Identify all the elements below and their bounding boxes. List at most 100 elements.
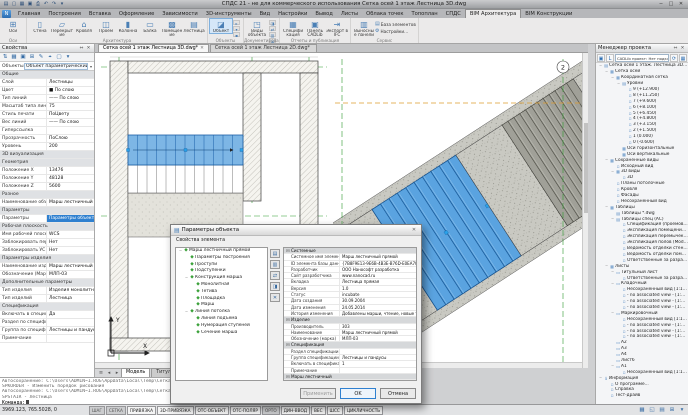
dialog-tree-item[interactable]: ◆ Подступенки	[176, 268, 267, 275]
ribbon-tab[interactable]: Главная	[14, 10, 44, 18]
stair-button[interactable]: ▤Лестница	[183, 19, 205, 38]
room-button[interactable]: ▩Помещение	[161, 19, 183, 38]
minimize-icon[interactable]: ─	[656, 0, 666, 9]
ifc-export-button[interactable]: ⇥Экспорт в IFC	[326, 19, 348, 38]
tab-close-icon[interactable]: ✕	[200, 46, 204, 51]
sort-icon[interactable]: ⇅	[1, 53, 9, 61]
wall-2d[interactable]	[110, 61, 128, 351]
property-row[interactable]: Раздел по спецификации	[0, 319, 94, 327]
app-menu-icon[interactable]: ▤	[2, 0, 10, 9]
open-project-icon[interactable]: ▣	[597, 54, 605, 62]
property-row[interactable]: Наименование объекта Марш лестничный пря…	[0, 199, 94, 207]
categories-icon[interactable]: ▦	[10, 53, 18, 61]
dialog-tree-item[interactable]: ◆ Проступи	[176, 262, 267, 269]
ribbon-tab[interactable]: Вывод	[311, 10, 336, 18]
undo-icon[interactable]: ↶	[42, 0, 50, 9]
dialog-tree-item[interactable]: ◆ Параметры построения	[176, 255, 267, 262]
status-toggle-button[interactable]: ШАГ	[89, 406, 105, 415]
ribbon-tab[interactable]: 3D-инструменты	[202, 10, 256, 18]
status-menu-icon[interactable]: ▾	[678, 407, 686, 413]
property-row[interactable]: Группа по спецификации Лестницы и пандус…	[0, 327, 94, 335]
settings-button[interactable]: ⚙Настройки...	[375, 28, 416, 34]
project-tree-item[interactable]: ▫ Тест-драйв	[596, 393, 688, 399]
dialog-tree-item[interactable]: − ◆ Линия потолка	[176, 309, 267, 316]
group-collapse-icon[interactable]	[286, 380, 291, 381]
ribbon-tab[interactable]: Настройки	[274, 10, 311, 18]
ribbon-tab[interactable]: BIM Архитектура	[465, 9, 521, 18]
workspace-icon[interactable]: ▦	[638, 407, 646, 413]
status-toggle-button[interactable]: СЕТКА	[106, 406, 126, 415]
status-toggle-button[interactable]: ЦИКЛИЧНОСТЬ	[344, 406, 383, 415]
grid-status-icon[interactable]: ⊞	[668, 407, 676, 413]
dlg-delete-icon[interactable]: ✕	[270, 293, 280, 302]
beam-button[interactable]: ▭Балка	[139, 19, 161, 38]
cadlib-panel-button[interactable]: ▣Панель CADLib	[304, 19, 326, 38]
new-file-icon[interactable]: ▢	[10, 0, 18, 9]
ribbon-tab[interactable]: Оформление	[115, 10, 158, 18]
close-panel-icon[interactable]: ✕	[679, 46, 686, 51]
pick-point-icon[interactable]: ⌖	[46, 53, 54, 61]
ribbon-tab[interactable]: СПДС	[442, 10, 465, 18]
property-row[interactable]: 3D визуализация	[0, 151, 94, 159]
selected-flight-2d[interactable]	[127, 135, 244, 165]
property-row[interactable]: Имя рабочей плоскости WCS	[0, 231, 94, 239]
wall-2d[interactable]	[243, 73, 261, 201]
property-row[interactable]: Вес линий —— По слою	[0, 119, 94, 127]
project-tree-item[interactable]: − ▦ Таблицы	[596, 204, 688, 210]
dlg-split-icon[interactable]: ◨	[270, 282, 280, 291]
redo-icon[interactable]: ↷	[50, 0, 58, 9]
dlg-transfer-icon[interactable]: ⇄	[270, 271, 280, 280]
project-tree-item[interactable]: ▫ О программе...	[596, 381, 688, 387]
cadlib-icon[interactable]: L	[606, 54, 614, 62]
chevron-down-icon[interactable]: ▾	[88, 64, 94, 69]
cadlib-project-select[interactable]: CADLib проект: Нет подключения	[615, 54, 669, 62]
status-toggle-button[interactable]: ШСС	[327, 406, 343, 415]
property-row[interactable]: Обозначение (Марка) МЛП-03	[0, 271, 94, 279]
property-row[interactable]: Общие	[0, 71, 94, 79]
ribbon-tab[interactable]: Облака точек	[362, 10, 407, 18]
dialog-title-bar[interactable]: ▤ Параметры объекта ✕	[171, 225, 421, 236]
property-row[interactable]: Тип изделия Изделия монолитные ж/б	[0, 287, 94, 295]
property-row[interactable]: Заблокировать перенос Нет	[0, 239, 94, 247]
scrollbar-thumb[interactable]	[584, 123, 588, 213]
property-row[interactable]: Стиль печати ПоЦвету	[0, 111, 94, 119]
select-new-icon[interactable]: ▣	[19, 53, 27, 61]
ribbon-tab[interactable]: Зависимости	[158, 10, 202, 18]
dialog-tree-item[interactable]: ◆ Нумерация ступеней	[176, 323, 267, 330]
document-tab[interactable]: Сетка осей 1 этаж Лестница 3D.dwg*✕	[98, 44, 209, 52]
opening-button[interactable]: ◫Проём	[95, 19, 117, 38]
object-mini-icon-2[interactable]: ▾	[233, 26, 240, 31]
project-tree-item[interactable]: − ℹ Информация	[596, 375, 688, 381]
dialog-tree-item[interactable]: − ◆ Марш лестничный прямой	[176, 248, 267, 255]
ribbon-tab[interactable]: Топоплан	[407, 10, 441, 18]
property-row[interactable]: Рабочая плоскость	[0, 223, 94, 231]
roof-button[interactable]: ⌂Кровля	[73, 19, 95, 38]
close-panel-icon[interactable]: ✕	[85, 46, 92, 51]
ribbon-tab[interactable]: Построения	[44, 10, 85, 18]
object-button[interactable]: ◪Объект	[210, 19, 232, 33]
ok-button[interactable]: OK	[340, 388, 376, 399]
dock-panel-icon[interactable]: ⇔	[672, 46, 679, 51]
object-views-button[interactable]: ◳Виды объекта	[246, 19, 268, 38]
quick-select-icon[interactable]: ⊞	[28, 53, 36, 61]
dlg-list-view-icon[interactable]: ▤	[270, 249, 280, 258]
layers-status-icon[interactable]: ▤	[658, 407, 666, 413]
open-file-icon[interactable]: ▦	[18, 0, 26, 9]
cancel-button[interactable]: Отмена	[380, 388, 416, 399]
specification-button[interactable]: ▦Спецификация	[282, 19, 304, 38]
doc-mini-icon-2[interactable]: ⇄	[269, 26, 276, 31]
dlg-grid-view-icon[interactable]: ▥	[270, 260, 280, 269]
status-toggle-button[interactable]: ОРТО	[262, 406, 280, 415]
app-button[interactable]: N	[2, 10, 11, 18]
property-row[interactable]: Масштаб типа линий 75	[0, 103, 94, 111]
wall-2d[interactable]	[128, 61, 318, 73]
property-row[interactable]: Слой Лестницы	[0, 79, 94, 87]
dialog-tree-item[interactable]: ◆ Марш	[176, 302, 267, 309]
property-row[interactable]: Спецификация	[0, 303, 94, 311]
calculator-icon[interactable]: ▢	[55, 53, 63, 61]
refresh-icon[interactable]: ⟳	[670, 54, 678, 62]
layout-tab[interactable]: Модель	[121, 368, 150, 377]
maximize-icon[interactable]: □	[666, 0, 676, 9]
property-row[interactable]: Разное	[0, 191, 94, 199]
dialog-tree-item[interactable]: ◆ Тетива	[176, 289, 267, 296]
